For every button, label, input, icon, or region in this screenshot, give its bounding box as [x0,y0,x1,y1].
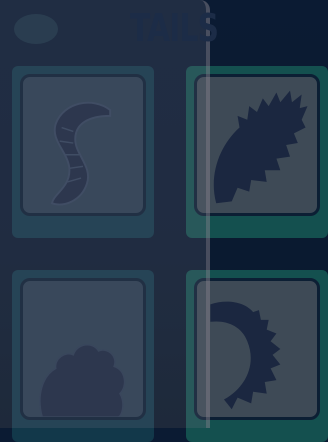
leafy-tail-icon [213,90,308,204]
side-panel-overlay [0,0,210,428]
panel-title: TAILS [130,6,219,50]
tail-slot [194,74,320,216]
tail-slot [194,278,320,420]
blob-icon [14,14,58,44]
curled-tail-icon [210,301,281,410]
